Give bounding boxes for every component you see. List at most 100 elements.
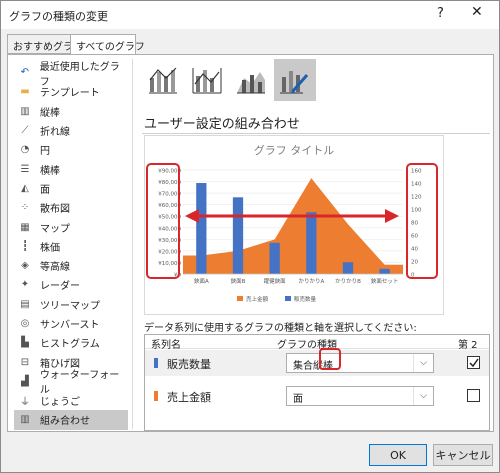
sidebar-item-scatter-chart[interactable]: ⁘ 散布図 [14, 198, 128, 217]
chart-type-select-sales[interactable]: 面 ⌵ [286, 386, 434, 406]
change-chart-type-dialog: グラフの種類の変更 ? ✕ おすすめグラフ すべてのグラフ ↶ 最近使用したグラフ… [0, 0, 500, 473]
series-instruction: データ系列に使用するグラフの種類と軸を選択してください: [144, 323, 417, 334]
legend-swatch-sales [237, 296, 243, 301]
series-name: 販売数量 [167, 358, 211, 371]
scatter-chart-icon: ⁘ [20, 202, 30, 214]
secondary-axis-highlight [319, 348, 341, 370]
sidebar-item-label: サンバースト [40, 320, 100, 331]
chart-type-list: ↶ 最近使用したグラフ ▬ テンプレート ▥ 縦棒 ⟋ 折れ線 ◔ 円 ☰ 横棒 ◭ 面 ⁘ 散布図 ▦ マップ ┇… [14, 62, 128, 430]
chart-preview: グラフ タイトル ¥90,000 ¥80,000 ¥70,000 ¥60,000 ¥50,… [144, 135, 444, 315]
combo-chart-icon: ▥ [20, 414, 30, 426]
close-button[interactable]: ✕ [471, 4, 483, 20]
chevron-down-icon[interactable]: ⌵ [413, 387, 433, 405]
series-row-sales[interactable]: 売上金額 面 ⌵ [145, 383, 489, 409]
sidebar-item-line-chart[interactable]: ⟋ 折れ線 [14, 121, 128, 140]
sidebar-item-bar-chart[interactable]: ☰ 横棒 [14, 159, 128, 178]
sidebar-item-label: 縦棒 [40, 107, 60, 119]
radar-chart-icon: ✦ [20, 279, 30, 291]
secondary-axis-checkbox-sales[interactable] [467, 389, 480, 402]
tab-recommended[interactable]: おすすめグラフ [7, 34, 83, 54]
bar-quantity [232, 197, 244, 274]
y-right-tick-label: 80 [411, 221, 418, 227]
area-series-sales [183, 178, 403, 274]
x-tick-label: かりかりA [298, 278, 324, 285]
tab-all-charts[interactable]: すべてのグラフ [70, 34, 145, 55]
sidebar-item-label: じょうご [40, 397, 80, 409]
bar-chart-icon: ☰ [20, 163, 30, 175]
series-name: 売上金額 [167, 391, 211, 404]
column-chart-icon: ▥ [20, 105, 30, 117]
help-button[interactable]: ? [437, 6, 444, 21]
bar-quantity [196, 183, 207, 274]
x-tick-label: 鋏面B [231, 277, 246, 285]
bar-quantity [342, 262, 354, 274]
bar-quantity [269, 242, 280, 274]
treemap-chart-icon: ▤ [20, 298, 30, 310]
sidebar-item-histogram-chart[interactable]: ▙ ヒストグラム [14, 333, 128, 352]
sidebar-item-radar-chart[interactable]: ✦ レーダー [14, 275, 128, 294]
chart-type-value: 面 [293, 394, 303, 405]
histogram-chart-icon: ▙ [21, 337, 29, 349]
series-row-quantity[interactable]: 販売数量 集合縦棒 ⌵ [145, 350, 489, 376]
sidebar-item-column-chart[interactable]: ▥ 縦棒 [14, 102, 128, 121]
recent-icon: ↶ [20, 67, 30, 79]
axis-arrow-right-head [385, 209, 399, 223]
series-settings-table: 系列名 グラフの種類 第 2 軸 販売数量 集合縦棒 ⌵ 売上金額 面 [144, 334, 490, 431]
ok-button[interactable]: OK [369, 444, 427, 466]
subtype-custom-combo-thumb[interactable] [274, 59, 316, 101]
sidebar-item-recent[interactable]: ↶ 最近使用したグラフ [14, 62, 128, 88]
sidebar-item-map-chart[interactable]: ▦ マップ [14, 217, 128, 236]
y-right-tick-label: 60 [411, 234, 418, 240]
sidebar-item-combo-chart[interactable]: ▥ 組み合わせ [14, 410, 128, 430]
stock-chart-icon: ┇ [21, 240, 29, 252]
sidebar-item-label: 等高線 [40, 262, 70, 274]
sidebar-item-funnel-chart[interactable]: ⏚ じょうご [14, 391, 128, 410]
sidebar-item-stock-chart[interactable]: ┇ 株価 [14, 237, 128, 256]
title-bar: グラフの種類の変更 ? ✕ [1, 1, 499, 29]
sunburst-chart-icon: ◎ [20, 318, 30, 329]
legend-label-sales: 売上金額 [246, 295, 269, 303]
x-tick-label: 鋏面セット [371, 277, 399, 285]
subtype-combo-column-line-thumb[interactable] [142, 59, 184, 101]
series-color-swatch [154, 391, 158, 401]
dialog-title: グラフの種類の変更 [9, 10, 108, 23]
legend-swatch-quantity [285, 296, 291, 301]
chart-type-select-quantity[interactable]: 集合縦棒 ⌵ [286, 353, 434, 373]
header-series-name: 系列名 [151, 340, 181, 351]
secondary-axis-checkbox-quantity[interactable] [467, 356, 480, 369]
waterfall-chart-icon: ▟ [21, 375, 29, 387]
section-divider [142, 133, 490, 134]
subtype-combo-area-column-thumb[interactable] [230, 59, 272, 101]
sidebar-item-waterfall-chart[interactable]: ▟ ウォーターフォール [14, 370, 128, 396]
sidebar-item-folder[interactable]: ▬ テンプレート [14, 82, 128, 101]
preview-chart-svg: グラフ タイトル¥90,000¥80,000¥70,000¥60,000¥50,… [146, 143, 438, 303]
tab-content: ↶ 最近使用したグラフ ▬ テンプレート ▥ 縦棒 ⟋ 折れ線 ◔ 円 ☰ 横棒 ◭ 面 ⁘ 散布図 ▦ マップ ┇… [7, 54, 494, 432]
x-tick-label: かりかりB [335, 278, 361, 285]
y-right-tick-label: 140 [411, 182, 422, 188]
x-tick-label: 鋏面A [194, 277, 209, 285]
chevron-down-icon[interactable]: ⌵ [413, 354, 433, 372]
sidebar-item-label: 折れ線 [40, 127, 70, 139]
chart-title: グラフ タイトル [254, 143, 335, 157]
section-title: ユーザー設定の組み合わせ [144, 117, 300, 132]
sidebar-item-label: レーダー [40, 281, 80, 293]
subtype-combo-column-line-secondary-thumb[interactable] [186, 59, 228, 101]
cancel-button[interactable]: キャンセル [433, 444, 493, 466]
sidebar-item-label: 組み合わせ [40, 416, 90, 428]
sidebar-item-label: 散布図 [40, 204, 70, 216]
y-right-tick-label: 120 [411, 195, 422, 201]
sidebar-item-label: ヒストグラム [40, 339, 100, 351]
sidebar-item-sunburst-chart[interactable]: ◎ サンバースト [14, 314, 128, 333]
area-chart-icon: ◭ [21, 182, 29, 194]
x-tick-label: 躍健鋏面 [264, 277, 287, 285]
sidebar-item-treemap-chart[interactable]: ▤ ツリーマップ [14, 295, 128, 314]
y-right-tick-label: 100 [411, 208, 422, 214]
sidebar-item-area-chart[interactable]: ◭ 面 [14, 179, 128, 198]
sidebar-item-label: マップ [40, 223, 70, 235]
pie-chart-icon: ◔ [20, 144, 30, 156]
series-table-header: 系列名 グラフの種類 第 2 軸 [145, 335, 489, 366]
sidebar-item-pie-chart[interactable]: ◔ 円 [14, 140, 128, 159]
checkmark-icon [468, 358, 479, 367]
surface-chart-icon: ◈ [21, 260, 29, 272]
sidebar-item-surface-chart[interactable]: ◈ 等高線 [14, 256, 128, 275]
